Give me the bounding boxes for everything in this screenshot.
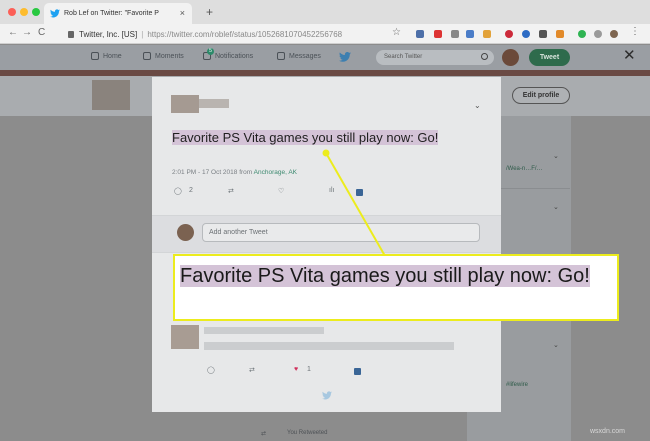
envelope-icon	[277, 52, 285, 60]
retweet-icon[interactable]: ⇄	[249, 366, 255, 374]
tab-title: Rob Lef on Twitter: "Favorite P	[64, 10, 159, 17]
extension-icon-3[interactable]	[451, 30, 459, 38]
home-icon	[91, 52, 99, 60]
edit-profile-button[interactable]: Edit profile	[512, 87, 570, 104]
twitter-header: Home Moments Notifications 5 Messages Se…	[0, 45, 650, 70]
notification-count-badge: 5	[207, 48, 214, 55]
blurred-author-avatar	[171, 95, 199, 113]
retweet-icon[interactable]: ⇄	[228, 187, 234, 195]
tweet-text-highlighted: Favorite PS Vita games you still play no…	[172, 130, 439, 145]
retweeted-label: You Retweeted	[287, 430, 328, 436]
like-icon[interactable]: ♡	[278, 187, 284, 195]
tweet-modal: ⌄ Favorite PS Vita games you still play …	[152, 77, 501, 412]
blurred-author-name	[199, 99, 229, 108]
nav-home[interactable]: Home	[91, 52, 122, 60]
profile-avatar-icon[interactable]	[610, 30, 618, 38]
analytics-icon[interactable]: ılı	[329, 187, 334, 194]
chevron-down-icon[interactable]: ⌄	[553, 341, 559, 349]
address-bar[interactable]: Twitter, Inc. [US] | https://twitter.com…	[58, 27, 376, 41]
extension-icon-7[interactable]	[522, 30, 530, 38]
reply-count: 2	[189, 187, 193, 194]
tweet-time: 2:01 PM - 17 Oct 2018 from	[172, 169, 254, 176]
forward-button[interactable]: →	[22, 27, 32, 38]
nav-moments[interactable]: Moments	[143, 52, 184, 60]
url-text: https://twitter.com/roblef/status/105268…	[147, 29, 343, 39]
tweet-button[interactable]: Tweet	[529, 49, 570, 66]
close-icon[interactable]: ✕	[623, 46, 636, 64]
tweet-actions: ◯ 2 ⇄ ♡ ılı	[174, 187, 374, 199]
callout-text: Favorite PS Vita games you still play no…	[180, 263, 616, 289]
maximize-window-button[interactable]	[32, 8, 40, 16]
extension-icon-8[interactable]	[539, 30, 547, 38]
extension-icon-1[interactable]	[416, 30, 424, 38]
extension-icon-10[interactable]	[578, 30, 586, 38]
zoom-callout: Favorite PS Vita games you still play no…	[173, 254, 619, 321]
reload-button[interactable]: C	[38, 27, 45, 38]
nav-notifications-label: Notifications	[215, 52, 254, 60]
tweet-text: Favorite PS Vita games you still play no…	[172, 129, 472, 146]
site-identity: Twitter, Inc. [US]	[79, 29, 138, 39]
blurred-reply-name	[204, 327, 324, 334]
twitter-bird-icon	[50, 9, 60, 18]
chevron-down-icon[interactable]: ⌄	[474, 101, 481, 110]
browser-tab[interactable]: Rob Lef on Twitter: "Favorite P ×	[44, 3, 192, 24]
url-separator: |	[141, 29, 144, 39]
divider	[500, 188, 570, 189]
twitter-logo-icon[interactable]	[339, 52, 351, 62]
extension-icon-11[interactable]	[594, 30, 602, 38]
browser-toolbar: ← → C Twitter, Inc. [US] | https://twitt…	[0, 24, 650, 44]
watermark: wsxdn.com	[590, 428, 626, 435]
retweet-small-icon: ⇄	[261, 431, 267, 437]
avatar	[177, 224, 194, 241]
menu-kebab-icon[interactable]: ⋮	[630, 26, 640, 37]
bookmark-star-icon[interactable]: ☆	[392, 27, 401, 38]
bookmark-icon[interactable]	[354, 368, 361, 375]
reply-composer: Add another Tweet	[152, 216, 501, 252]
like-count: 1	[307, 366, 311, 373]
reply-input[interactable]: Add another Tweet	[202, 223, 480, 242]
extension-icon-5[interactable]	[483, 30, 491, 38]
tweet-timestamp: 2:01 PM - 17 Oct 2018 from Anchorage, AK	[172, 169, 297, 176]
reply-icon[interactable]: ◯	[174, 187, 182, 195]
minimize-window-button[interactable]	[20, 8, 28, 16]
extension-icon-2[interactable]	[434, 30, 442, 38]
tweet-location-link[interactable]: Anchorage, AK	[254, 169, 297, 176]
avatar[interactable]	[502, 49, 519, 66]
reply-icon[interactable]: ◯	[207, 366, 215, 374]
background-hashtag-text: #lifewire	[506, 382, 529, 388]
like-icon[interactable]: ♥	[294, 366, 298, 373]
blurred-reply-text	[204, 342, 454, 350]
reply-placeholder: Add another Tweet	[209, 229, 268, 236]
extension-icon-4[interactable]	[466, 30, 474, 38]
nav-moments-label: Moments	[155, 52, 184, 60]
lightning-icon	[143, 52, 151, 60]
new-tab-button[interactable]: +	[206, 5, 213, 19]
extension-icon-9[interactable]	[556, 30, 564, 38]
background-link-text: /Wea-n…F/…	[506, 166, 543, 172]
search-icon[interactable]	[481, 53, 488, 60]
search-input[interactable]: Search Twitter	[376, 50, 494, 65]
browser-tab-strip: Rob Lef on Twitter: "Favorite P × +	[0, 0, 650, 24]
blurred-reply-avatar	[171, 325, 199, 349]
search-placeholder: Search Twitter	[384, 54, 423, 60]
chevron-down-icon[interactable]: ⌄	[553, 152, 559, 160]
divider	[152, 252, 501, 253]
tab-close-icon[interactable]: ×	[180, 8, 185, 18]
extension-icon-6[interactable]	[505, 30, 513, 38]
back-button[interactable]: ←	[8, 27, 18, 38]
bookmark-icon[interactable]	[356, 189, 363, 196]
nav-home-label: Home	[103, 52, 122, 60]
callout-highlighted-text: Favorite PS Vita games you still play no…	[180, 265, 590, 287]
nav-messages[interactable]: Messages	[277, 52, 321, 60]
blurred-profile-avatar	[92, 80, 130, 110]
twitter-bird-icon	[322, 391, 332, 400]
chevron-down-icon[interactable]: ⌄	[553, 203, 559, 211]
lock-icon	[68, 30, 74, 38]
nav-messages-label: Messages	[289, 52, 321, 60]
close-window-button[interactable]	[8, 8, 16, 16]
